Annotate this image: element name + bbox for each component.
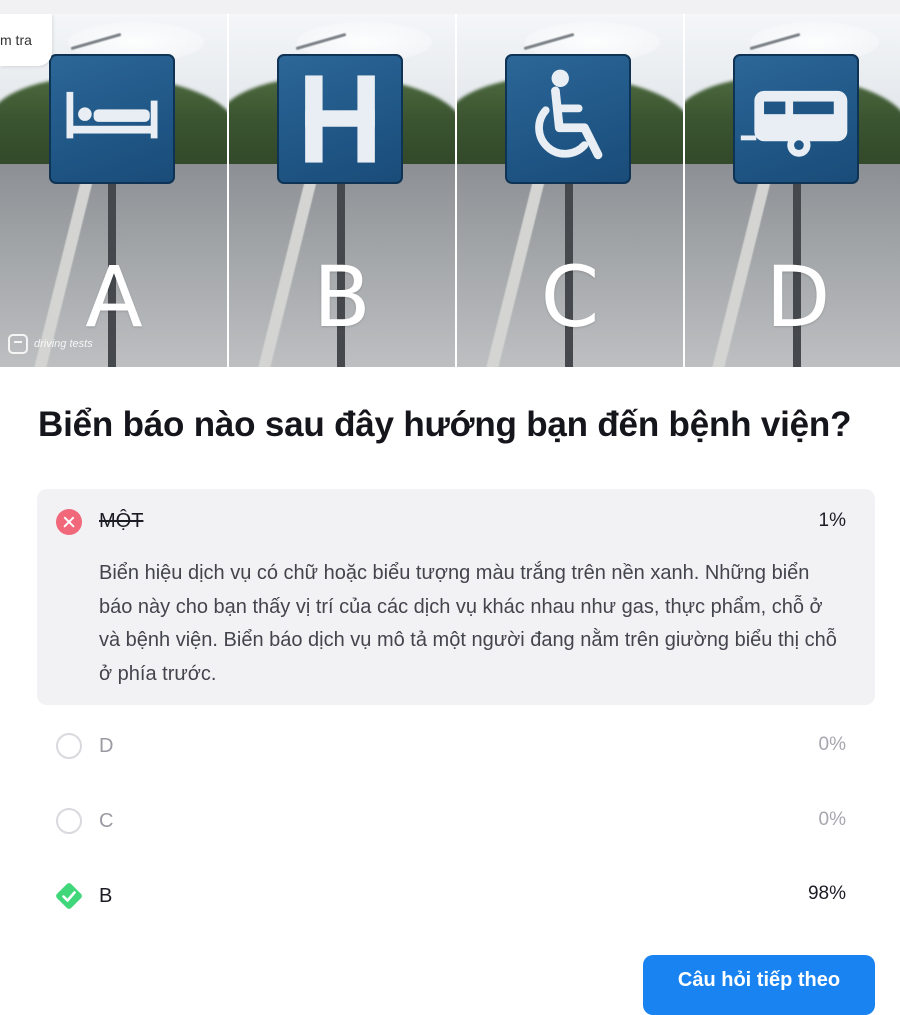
sign-board [733,54,859,184]
answer-label[interactable]: B [99,885,112,908]
wheelchair-icon [535,69,603,160]
question-text: Biển báo nào sau đây hướng bạn đến bệnh … [38,405,852,444]
answer-label[interactable]: C [99,810,113,833]
sign-panel-d: D [685,14,900,367]
question-image: A m tra driving tests B C D [0,14,900,367]
answer-label[interactable]: D [99,735,113,758]
radio-circle-icon[interactable] [56,808,82,834]
answer-explanation: Biển hiệu dịch vụ có chữ hoặc biểu tượng… [99,562,837,685]
sign-board [49,54,175,184]
correct-check-icon [55,882,83,910]
bed-icon [66,91,158,139]
panel-letter: D [765,248,831,346]
watermark-logo: driving tests [8,334,93,354]
wrong-x-icon [56,509,82,535]
panel-letter: B [313,248,371,346]
sign-board [277,54,403,184]
caravan-icon [740,90,848,157]
panel-letter: C [540,248,600,346]
next-question-button[interactable]: Câu hỏi tiếp theo [643,955,875,1015]
radio-circle-icon[interactable] [56,733,82,759]
hospital-h-icon [305,75,375,163]
panel-letter: A [85,248,143,346]
sign-panel-c: C [457,14,683,367]
sign-panel-a: A m tra driving tests [0,14,227,367]
logo-icon [8,334,28,354]
top-bar [0,0,900,14]
answer-percent: 0% [818,734,846,755]
tooltip-chip: m tra [0,14,52,66]
sign-board [505,54,631,184]
answer-percent: 1% [818,510,846,531]
tooltip-text: m tra [0,32,32,48]
answer-percent: 98% [807,883,846,904]
answer-percent: 0% [818,809,846,830]
sign-panel-b: B [229,14,455,367]
watermark-text: driving tests [34,338,93,350]
answer-label: MỘT [99,510,144,532]
